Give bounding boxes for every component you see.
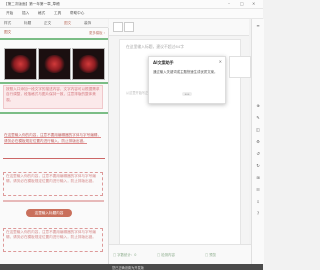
flower-image[interactable]	[38, 48, 71, 80]
preview-button[interactable]: □ 预览	[205, 252, 216, 257]
pink-text-box[interactable]: 按照入口添加一段文字的描述内容，文字内容可以根据需求自行调整，段落格式与图片保持…	[3, 85, 103, 109]
loading-indicator: •••	[182, 92, 192, 96]
title-pill[interactable]: 这里输入标题内容	[26, 209, 72, 217]
tab-heading[interactable]: 标题	[24, 21, 31, 26]
tab-body[interactable]: 正文	[44, 21, 51, 26]
left-tab-row: 样式 标题 正文 图文 装饰	[0, 19, 108, 28]
green-divider	[0, 112, 108, 114]
dashed-text-box[interactable]: 在这里输入你的内容，注意不要用编辑器的字体与字号编辑，请务必在模板规定位置内进行…	[3, 228, 103, 252]
editor-toolbar	[109, 19, 249, 36]
flower-image[interactable]	[4, 48, 37, 80]
settings-icon[interactable]: ⚙	[255, 139, 261, 144]
maximize-button[interactable]: □	[240, 1, 244, 6]
pink-divider	[3, 200, 104, 202]
check-content[interactable]: □ 检测内容	[157, 252, 175, 257]
redo-icon[interactable]: ↻	[255, 163, 261, 168]
tab-decor[interactable]: 装饰	[84, 21, 91, 26]
word-count[interactable]: □ 字数统计：0	[113, 252, 136, 257]
redo-tool[interactable]	[124, 22, 134, 32]
add-icon[interactable]: ⊕	[255, 103, 261, 108]
menu-tools[interactable]: 工具	[54, 11, 61, 16]
window-title: 【第二次版面】第一年第一章_草稿	[4, 2, 60, 6]
title-bar: 【第二次版面】第一年第一章_草稿 – □ ✕	[0, 0, 263, 9]
menu-icon[interactable]: ≡	[255, 23, 261, 28]
green-divider	[0, 38, 108, 40]
list-icon[interactable]: ☷	[255, 187, 261, 192]
flower-image[interactable]	[72, 48, 105, 80]
footer-text: 您已正确设置为开发版	[112, 266, 144, 270]
section-title: 图文	[4, 30, 12, 34]
paragraph-text: 在这里输入你的内容，注意不要用编辑器的字体与字号编辑，请务必在模板规定位置内进行…	[4, 133, 102, 144]
menu-insert[interactable]: 插入	[22, 11, 29, 16]
flower-glow	[78, 55, 99, 73]
layout-icon[interactable]: ◫	[255, 127, 261, 132]
template-pane[interactable]: 图文 更多模板 › 按照入口添加一段文字的描述内容，文字内容可以根据需求自行调整…	[0, 28, 109, 264]
menu-start[interactable]: 开始	[6, 11, 13, 16]
footer-bar: 您已正确设置为开发版	[0, 264, 263, 270]
minimize-button[interactable]: –	[228, 1, 230, 6]
tab-style[interactable]: 样式	[4, 21, 11, 26]
title-placeholder[interactable]: 在这里输入标题，建议不超过64字	[126, 44, 184, 50]
right-sidebar: ≡ ⊕ ✎ ◫ ⚙ ↺ ↻ ⊞ ☷ ⇩ ?	[251, 19, 264, 264]
popup-text: 通过输入关键词或主题快速生成优质文案。	[153, 70, 218, 74]
close-button[interactable]: ✕	[252, 1, 255, 6]
side-preview-panel[interactable]	[229, 56, 251, 78]
undo-tool[interactable]	[113, 22, 123, 32]
grid-icon[interactable]: ⊞	[255, 175, 261, 180]
green-divider	[0, 82, 108, 84]
flower-glow	[10, 55, 31, 73]
edit-icon[interactable]: ✎	[255, 115, 261, 120]
status-bar: □ 字数统计：0 □ 检测内容 □ 预览	[109, 244, 251, 265]
dashed-text-box[interactable]: 在这里输入你的内容，注意不要用编辑器的字体与字号编辑，请务必在模板规定位置内进行…	[3, 172, 103, 196]
menu-help[interactable]: 帮助中心	[70, 11, 84, 16]
tab-image-text[interactable]: 图文	[64, 21, 71, 26]
popup-title: AI文案助手	[153, 60, 174, 65]
download-icon[interactable]: ⇩	[255, 199, 261, 204]
flower-glow	[44, 55, 65, 73]
menu-bar: 开始 插入 格式 工具 帮助中心	[0, 9, 263, 19]
ai-assistant-popup: AI文案助手 ✕ 通过输入关键词或主题快速生成优质文案。 •••	[148, 56, 226, 104]
close-icon[interactable]: ✕	[219, 59, 222, 64]
menu-format[interactable]: 格式	[38, 11, 45, 16]
undo-icon[interactable]: ↺	[255, 151, 261, 156]
help-icon[interactable]: ?	[255, 211, 261, 216]
template-paragraph[interactable]: 在这里输入你的内容，注意不要用编辑器的字体与字号编辑，请务必在模板规定位置内进行…	[4, 133, 102, 144]
red-divider	[3, 158, 105, 159]
more-templates-link[interactable]: 更多模板 ›	[89, 30, 105, 35]
